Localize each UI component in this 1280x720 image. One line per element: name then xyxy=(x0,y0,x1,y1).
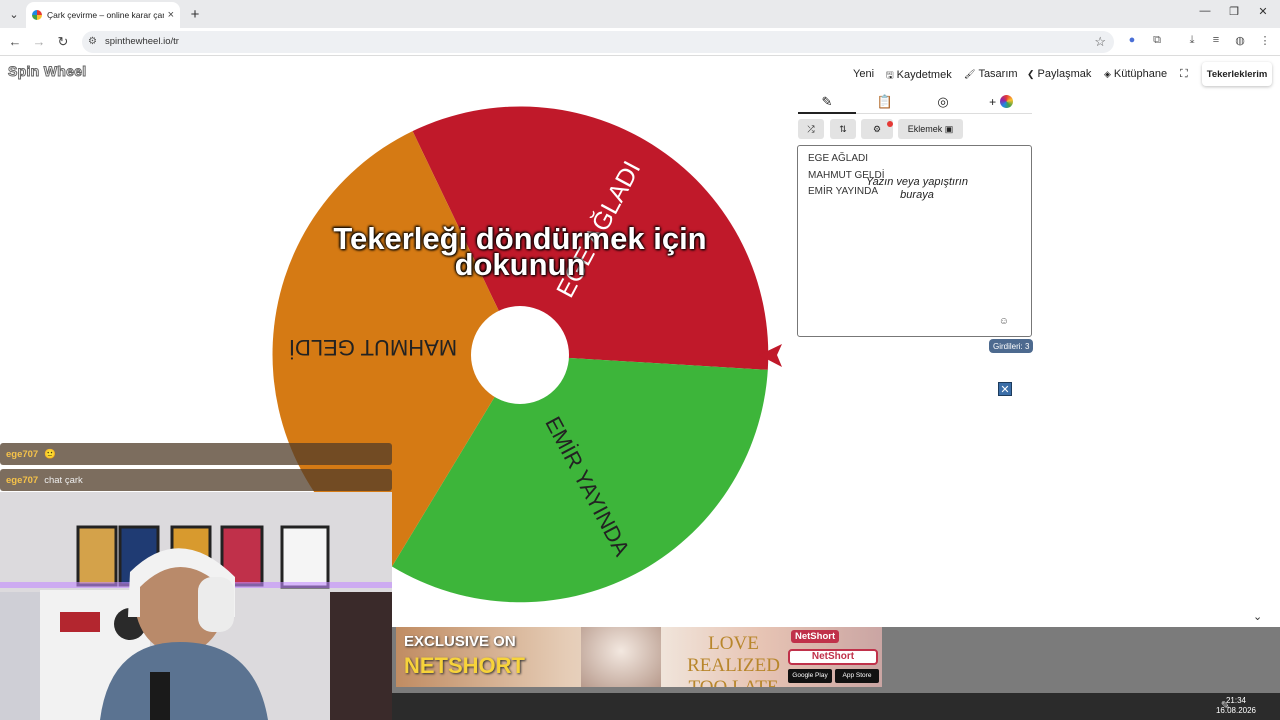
panel-tabs: ✎ 📋 ◎ + xyxy=(798,92,1032,114)
segment-label-mahmut: MAHMUT GELDİ xyxy=(289,335,457,360)
ad-app-store-badge: App Store xyxy=(835,669,879,683)
entries-textarea[interactable]: EGE AĞLADI MAHMUT GELDİ EMİR YAYINDA Yaz… xyxy=(797,145,1032,337)
notification-dot xyxy=(887,121,893,127)
emoji-icon[interactable]: ☺ xyxy=(999,316,1009,327)
taskbar: ✎ 21:34 16.08.2026 xyxy=(392,693,1280,720)
spin-prompt[interactable]: Tekerleği döndürmek için dokunun xyxy=(270,223,770,280)
sort-icon: ⇅ xyxy=(839,123,847,134)
tab-results-clipboard-icon[interactable]: 📋 xyxy=(856,94,914,112)
image-icon: ▣ xyxy=(944,123,954,134)
ad-brand-badge: NetShort xyxy=(788,649,878,665)
active-tab-indicator xyxy=(798,112,856,114)
sort-button[interactable]: ⇅ xyxy=(830,119,856,139)
taskbar-clock[interactable]: 21:34 16.08.2026 xyxy=(1216,696,1256,716)
add-image-button[interactable]: Eklemek ▣ xyxy=(898,119,963,139)
entries-placeholder: Yazın veya yapıştırın buraya xyxy=(866,176,968,201)
chat-text: 🙂 xyxy=(44,448,57,460)
webcam-feed xyxy=(0,492,392,720)
chat-message: ege707 🙂 xyxy=(0,443,392,465)
ad-google-play-badge: Google Play xyxy=(788,669,832,683)
chat-message: ege707 chat çark xyxy=(0,469,392,491)
tab-hidden-eye-slash-icon[interactable]: ◎ xyxy=(914,94,972,112)
advertisement-banner[interactable]: EXCLUSIVE ON NETSHORT LOVE REALIZED TOO … xyxy=(396,627,882,687)
gear-icon: ⚙ xyxy=(872,123,882,134)
wheel-center-hub[interactable] xyxy=(471,306,569,404)
chat-username: ege707 xyxy=(6,474,39,486)
entry-count-badge: Girdileri: 3 xyxy=(989,339,1034,353)
shuffle-icon: ⤮ xyxy=(807,123,815,134)
shuffle-button[interactable]: ⤮ xyxy=(798,119,824,139)
ad-title: LOVE REALIZED TOO LATE xyxy=(687,633,780,687)
chat-username: ege707 xyxy=(6,448,39,460)
add-button-label: Eklemek xyxy=(907,124,943,134)
ad-figure xyxy=(581,627,661,687)
chevron-down-icon[interactable]: ⌄ xyxy=(1253,610,1262,623)
webcam-scene xyxy=(0,492,392,720)
clock-time: 21:34 xyxy=(1225,696,1246,705)
ad-line1: EXCLUSIVE ON xyxy=(404,633,516,650)
close-ad-icon[interactable]: ✕ xyxy=(998,382,1012,396)
tab-add-color-icon[interactable]: + xyxy=(972,94,1030,112)
clock-date: 16.08.2026 xyxy=(1215,706,1256,715)
chat-text: chat çark xyxy=(44,474,83,486)
entry-line[interactable]: EGE AĞLADI xyxy=(808,153,868,164)
ad-line2: NETSHORT xyxy=(404,653,525,678)
ad-brand-logo: NetShort xyxy=(791,630,840,643)
tab-edit-pencil-icon[interactable]: ✎ xyxy=(798,94,856,112)
